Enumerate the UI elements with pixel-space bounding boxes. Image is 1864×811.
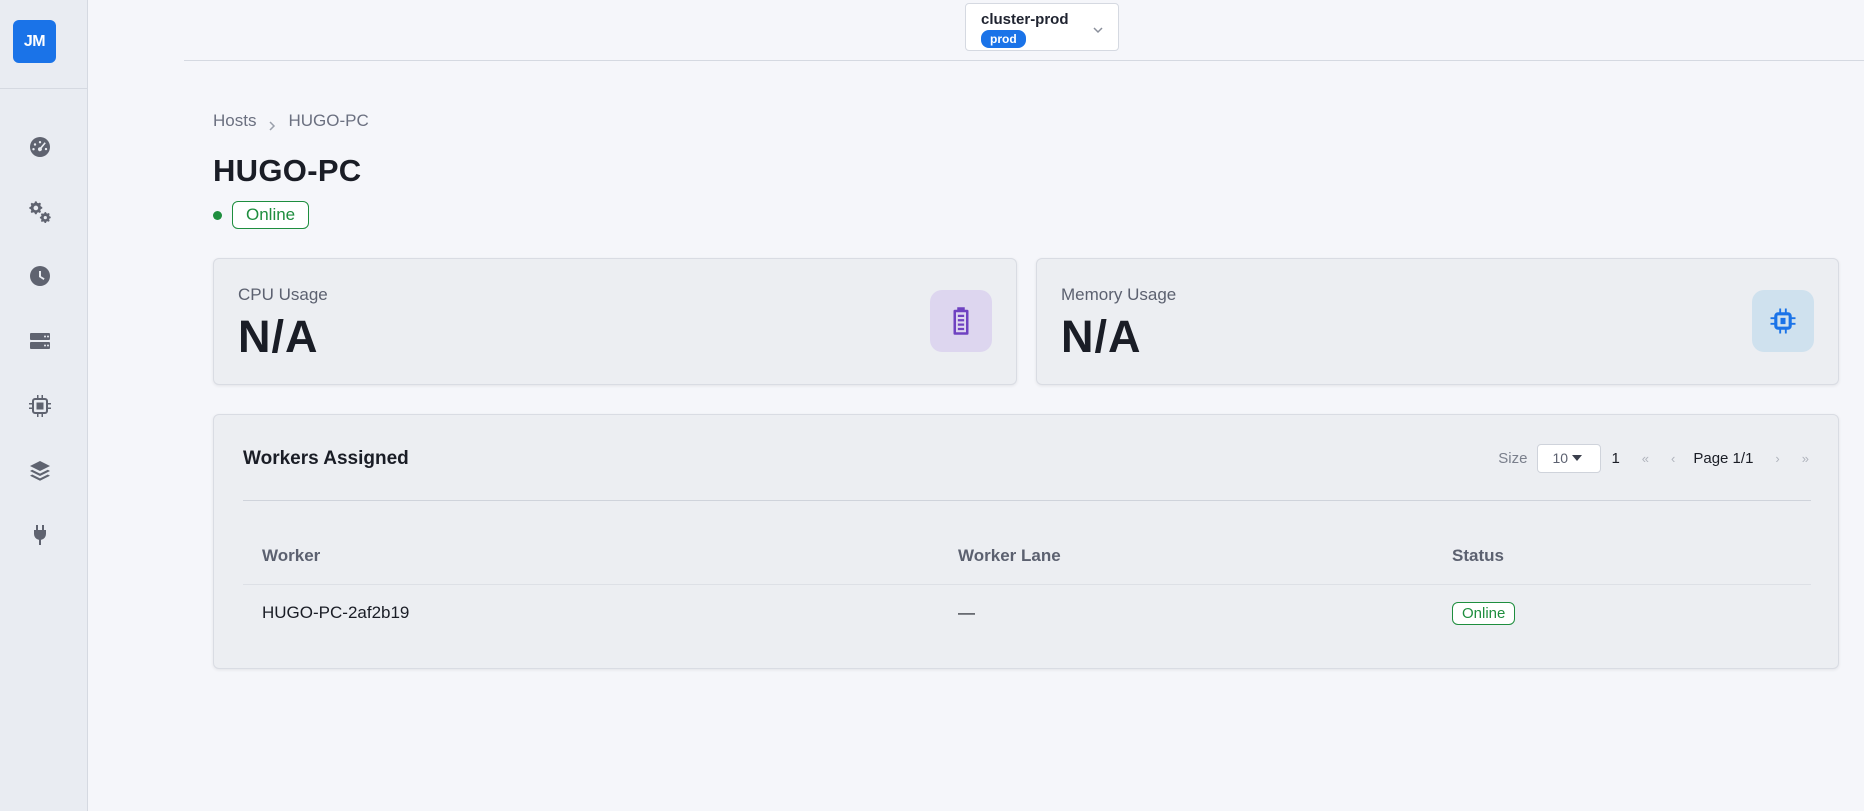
breadcrumb-hosts-link[interactable]: Hosts [213,111,256,131]
last-page-button[interactable]: » [1802,451,1809,466]
table-header-divider [243,584,1811,585]
server-icon[interactable] [26,327,54,355]
breadcrumb-current: HUGO-PC [288,111,369,130]
dashboard-gauge-icon[interactable] [26,133,54,161]
cpu-chip-icon[interactable] [26,392,54,420]
status-dot-icon [213,211,222,220]
column-header-worker[interactable]: Worker [262,546,320,566]
settings-gears-icon[interactable] [26,198,54,226]
caret-down-icon [1572,455,1583,461]
current-page-number[interactable]: 1 [1611,450,1619,467]
memory-usage-label: Memory Usage [1061,285,1177,304]
cpu-chip-icon [1752,290,1814,352]
clock-history-icon[interactable] [26,262,54,290]
chevron-down-icon [1093,22,1103,34]
sidebar: JM [0,0,88,811]
next-page-button[interactable]: › [1775,451,1779,466]
topbar-divider [184,60,1864,61]
cpu-usage-card: CPU Usage N/A [213,258,1017,385]
breadcrumb: Hosts HUGO-PC [213,111,369,131]
app-logo[interactable]: JM [13,20,56,63]
prev-page-button[interactable]: ‹ [1671,451,1675,466]
panel-divider [243,500,1811,501]
page-title: HUGO-PC [213,153,362,188]
cpu-usage-label: CPU Usage [238,285,328,304]
column-header-worker-lane[interactable]: Worker Lane [958,546,1061,566]
page-size-select[interactable]: 10 [1537,443,1602,473]
workers-title: Workers Assigned [243,448,409,469]
chevron-right-icon [267,116,277,131]
first-page-button[interactable]: « [1642,451,1649,466]
cpu-usage-value: N/A [238,311,319,362]
cluster-name: cluster-prod [981,11,1069,28]
status-badge: Online [232,201,310,229]
sidebar-divider [0,88,87,89]
worker-lane-cell: — [958,603,975,622]
column-header-status[interactable]: Status [1452,546,1504,566]
page-info: Page 1/1 [1693,449,1754,467]
cluster-selector[interactable]: cluster-prod prod [965,3,1119,51]
worker-name-cell[interactable]: HUGO-PC-2af2b19 [262,603,409,623]
page-size-value: 10 [1552,450,1569,466]
environment-badge: prod [981,30,1026,48]
plug-icon[interactable] [26,521,54,549]
memory-module-icon [930,290,992,352]
layers-icon[interactable] [26,457,54,485]
workers-assigned-panel: Workers Assigned Size 10 1 « ‹ Page 1/1 … [213,414,1839,669]
memory-usage-value: N/A [1061,311,1142,362]
page-size-label: Size [1498,449,1528,467]
worker-status-badge: Online [1452,602,1516,625]
memory-usage-card: Memory Usage N/A [1036,258,1839,385]
pagination: Size 10 1 « ‹ Page 1/1 › » [1498,443,1809,473]
